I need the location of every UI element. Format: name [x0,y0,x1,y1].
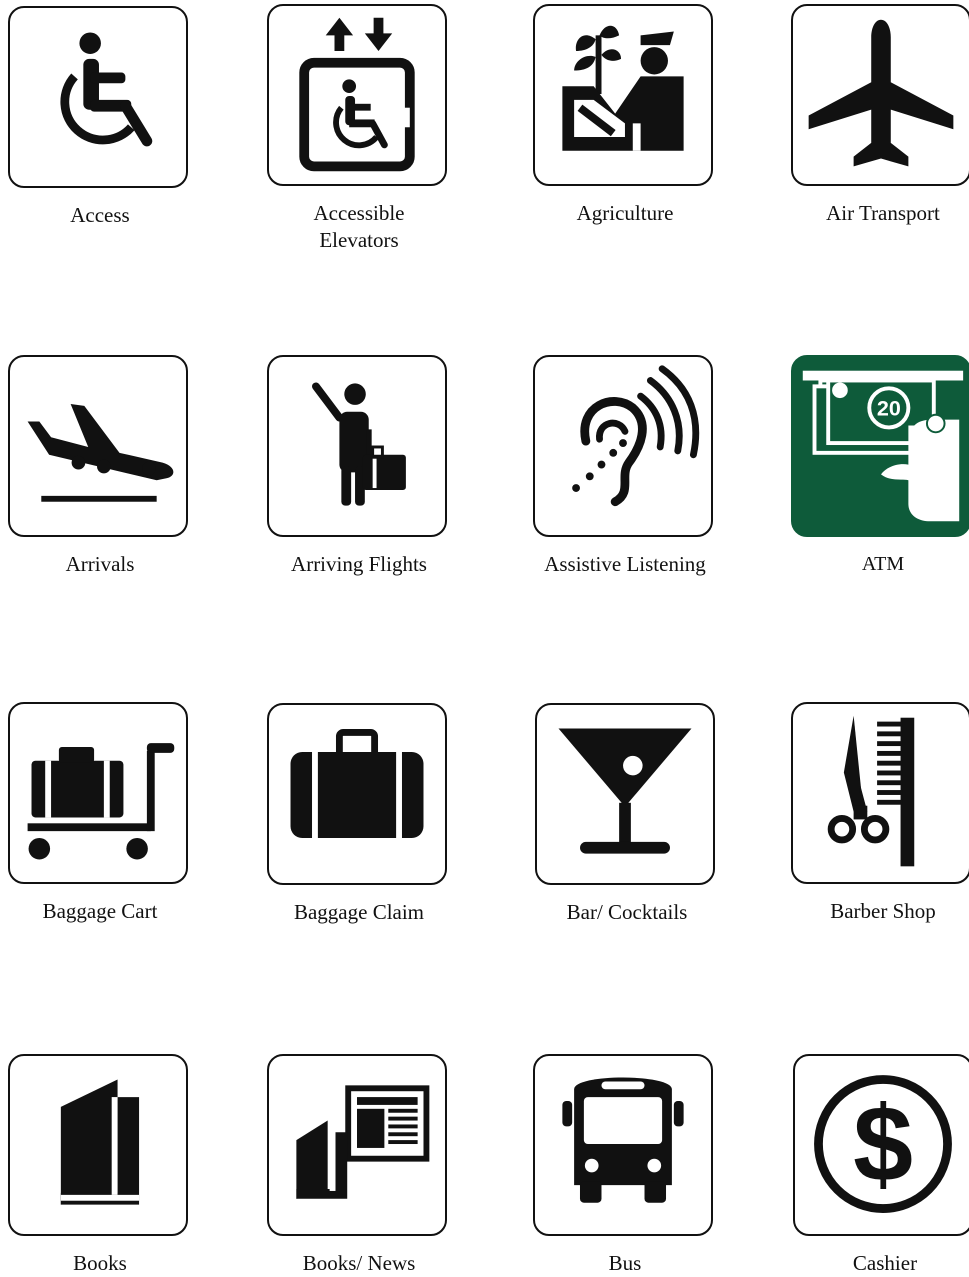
icon-label: Bar/ Cocktails [566,900,688,924]
icon-tile [267,1054,447,1236]
book-icon [60,1079,140,1205]
airplane-icon [808,19,954,167]
traveler-waving-icon [312,382,406,506]
ear-sound-icon [572,365,700,507]
icon-label: Bus [608,1251,642,1275]
suitcase-icon [290,728,424,838]
icon-tile [8,1054,188,1236]
dollar-sign-icon: $ [814,1075,952,1213]
accessible-elevator-icon [299,17,415,172]
svg-text:$: $ [853,1084,913,1204]
icon-tile: 20 [791,355,969,537]
scissors-comb-icon [827,715,915,867]
wheelchair-icon [60,32,153,147]
icon-label: ATM [861,553,905,575]
icon-tile [533,1054,713,1236]
icon-tile [267,703,447,885]
icon-label: Agriculture [576,201,674,225]
icon-tile [533,355,713,537]
icon-label: Books/ News [302,1251,416,1275]
icon-tile [267,355,447,537]
agriculture-inspector-icon [562,25,684,151]
book-newspaper-icon [296,1085,430,1199]
icon-tile: $ [793,1054,969,1236]
icon-tile [267,4,447,186]
icon-tile [8,702,188,884]
icon-label: Baggage Cart [42,899,158,923]
icon-label: Baggage Claim [293,900,425,924]
icon-label: Barber Shop [830,899,936,923]
icon-tile [791,4,969,186]
icon-label: Arriving Flights [291,552,427,576]
cocktail-glass-icon [558,728,692,854]
icon-tile [791,702,969,884]
icon-label: Access [70,203,130,227]
icon-label: Books [73,1251,127,1275]
atm-cash-icon: 20 [802,370,964,522]
icon-label: Arrivals [65,552,135,576]
airplane-landing-icon [27,403,174,502]
icon-label: Accessible Elevators [313,201,405,252]
icon-label: Air Transport [826,201,940,225]
icon-label: Cashier [852,1251,918,1275]
icon-tile [8,6,188,188]
icon-tile [8,355,188,537]
baggage-cart-icon [27,743,175,860]
bus-icon [562,1077,684,1203]
icon-tile [535,703,715,885]
icon-tile [533,4,713,186]
svg-text:20: 20 [877,397,901,421]
icon-label: Assistive Listening [544,552,706,576]
